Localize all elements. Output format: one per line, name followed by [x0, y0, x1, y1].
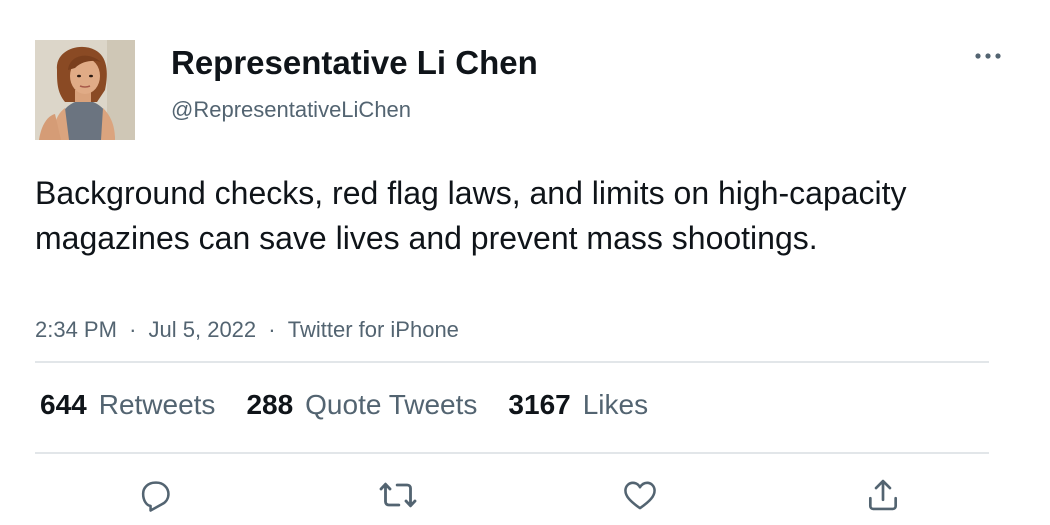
share-icon: [868, 479, 898, 511]
retweet-button[interactable]: [376, 473, 420, 517]
tweet-stats: 644 Retweets 288 Quote Tweets 3167 Likes: [40, 387, 679, 423]
retweet-icon: [379, 482, 417, 508]
avatar-image: [35, 40, 135, 140]
tweet-meta: 2:34 PM · Jul 5, 2022 · Twitter for iPho…: [35, 316, 459, 344]
retweets-count: 644: [40, 389, 87, 420]
share-button[interactable]: [861, 473, 905, 517]
more-dots-icon: [975, 53, 1001, 59]
quote-tweets-count: 288: [246, 389, 294, 420]
quote-tweets-label: Quote Tweets: [305, 389, 478, 420]
tweet-time[interactable]: 2:34 PM: [35, 316, 117, 344]
tweet-text: Background checks, red flag laws, and li…: [35, 175, 907, 256]
reply-icon: [141, 481, 170, 512]
like-icon: [624, 481, 656, 510]
retweets-stat[interactable]: 644 Retweets: [40, 387, 215, 423]
author-display-name[interactable]: Representative Li Chen: [171, 44, 538, 82]
avatar[interactable]: [35, 40, 135, 140]
divider: [35, 361, 989, 363]
meta-separator: ·: [129, 317, 137, 342]
like-button[interactable]: [618, 473, 662, 517]
retweets-label: Retweets: [98, 389, 216, 420]
likes-stat[interactable]: 3167 Likes: [508, 387, 648, 423]
more-options-button[interactable]: [968, 42, 1008, 70]
author-handle[interactable]: @RepresentativeLiChen: [171, 97, 411, 123]
tweet-source[interactable]: Twitter for iPhone: [288, 316, 459, 344]
meta-separator: ·: [268, 317, 276, 342]
quote-tweets-stat[interactable]: 288 Quote Tweets: [246, 387, 477, 423]
likes-count: 3167: [508, 389, 571, 420]
tweet-date[interactable]: Jul 5, 2022: [149, 316, 257, 344]
divider: [35, 452, 989, 454]
likes-label: Likes: [582, 389, 649, 420]
reply-button[interactable]: [133, 473, 177, 517]
